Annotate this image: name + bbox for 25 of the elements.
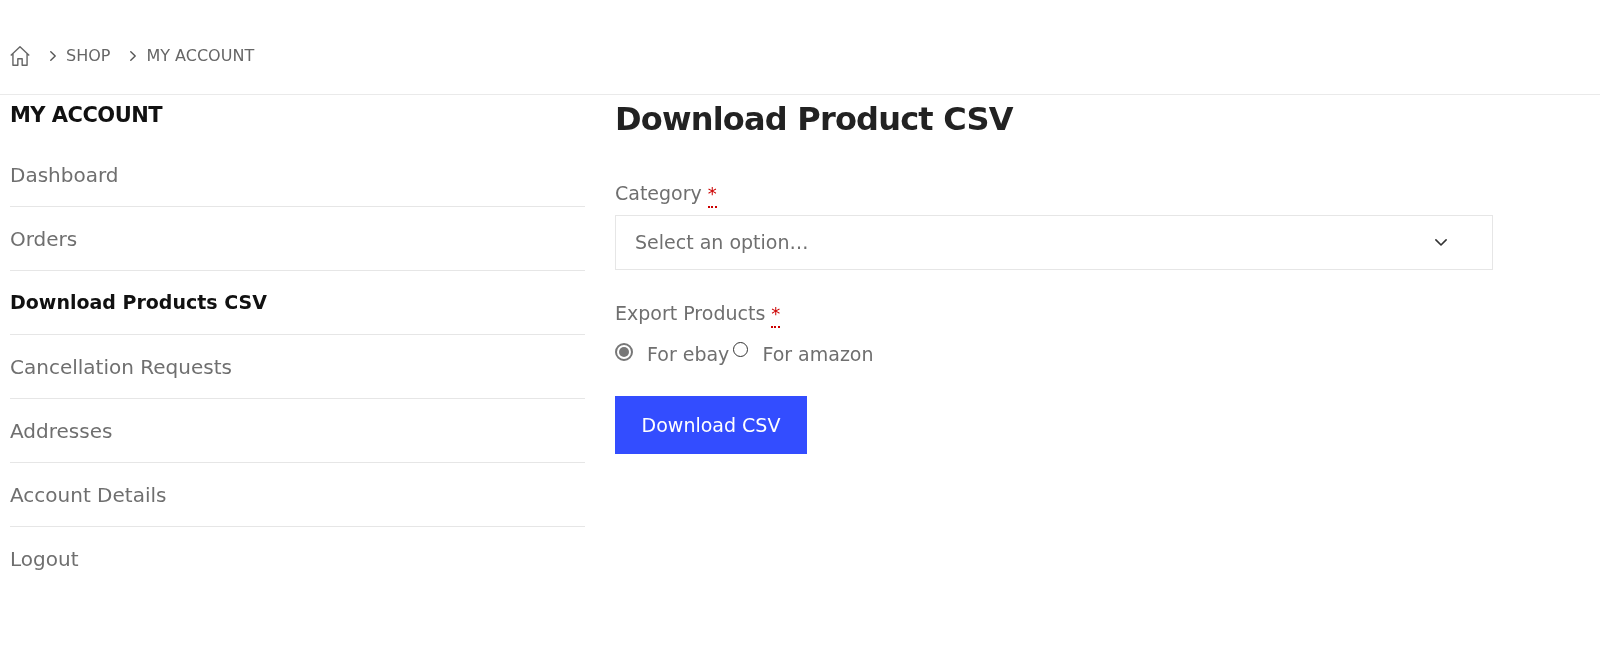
breadcrumb-link[interactable]: SHOP [66, 43, 111, 68]
chevron-right-icon [130, 50, 137, 61]
page-title: Download Product CSV [615, 99, 1015, 139]
sidebar-link[interactable]: Addresses [10, 415, 113, 446]
sidebar-link[interactable]: Cancellation Requests [10, 351, 232, 382]
sidebar-title: MY ACCOUNT [10, 102, 164, 129]
radio-label: For amazon [762, 342, 874, 366]
download-button[interactable]: Download CSV [615, 396, 807, 454]
field-label: Export Products [615, 301, 766, 325]
sidebar-link[interactable]: Logout [10, 544, 79, 574]
chevron-right-icon [50, 50, 56, 61]
sidebar-link[interactable]: Download Products CSV [10, 288, 267, 317]
sidebar-link[interactable]: Account Details [10, 479, 167, 510]
category-select[interactable]: Select an option… [615, 215, 1493, 270]
select-value: Select an option… [635, 230, 809, 256]
chevron-down-icon [1435, 239, 1447, 246]
breadcrumb-link[interactable]: MY ACCOUNT [146, 43, 255, 68]
radio-label: For ebay [647, 342, 730, 366]
required-mark: * [771, 302, 781, 328]
sidebar-link[interactable]: Orders [10, 223, 78, 254]
required-mark: * [707, 182, 717, 208]
sidebar-link[interactable]: Dashboard [10, 159, 119, 190]
home-icon[interactable] [10, 45, 30, 66]
field-label: Category [615, 181, 702, 205]
radio-button[interactable] [615, 343, 633, 361]
